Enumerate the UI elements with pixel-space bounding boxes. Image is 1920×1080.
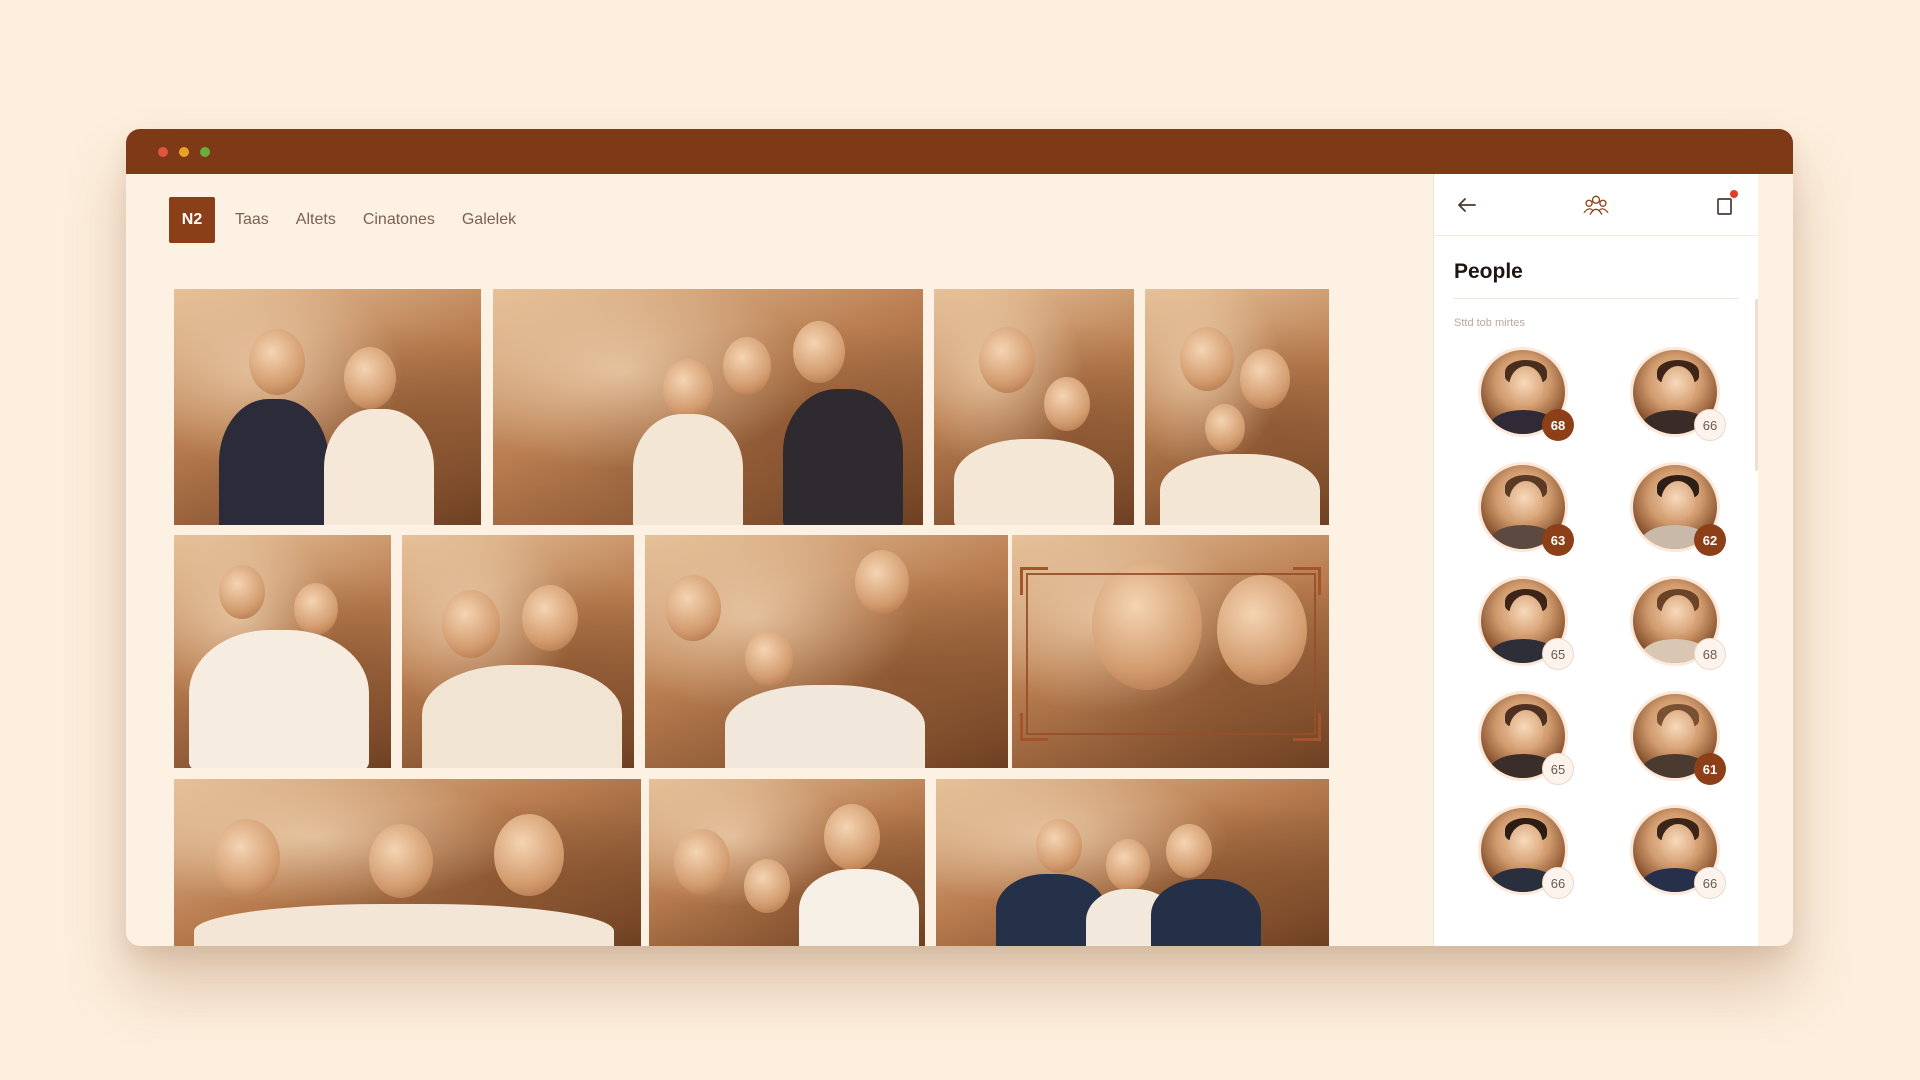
person-avatar[interactable]: 68 [1630, 576, 1726, 670]
people-panel: People Sttd tob mirtes 68 66 63 62 65 68 65 61 6… [1433, 174, 1758, 946]
photo-count-badge: 66 [1542, 867, 1574, 899]
photo-count-badge: 65 [1542, 638, 1574, 670]
photo-count-badge: 65 [1542, 753, 1574, 785]
face-detection-frame[interactable] [1026, 573, 1316, 735]
photo-tile[interactable] [174, 289, 481, 525]
person-avatar[interactable]: 61 [1630, 691, 1726, 785]
arrow-left-icon[interactable] [1454, 192, 1480, 218]
photo-count-badge: 68 [1542, 409, 1574, 441]
panel-title: People [1454, 260, 1523, 283]
photo-count-badge: 66 [1694, 867, 1726, 899]
photo-tile[interactable] [645, 535, 1008, 768]
panel-subtitle: Sttd tob mirtes [1454, 317, 1525, 329]
panel-header [1434, 174, 1758, 236]
person-avatar[interactable]: 65 [1478, 576, 1574, 670]
photo-count-badge: 68 [1694, 638, 1726, 670]
person-avatar[interactable]: 66 [1630, 347, 1726, 441]
app-window: N2 Taas Altets Cinatones Galelek People … [126, 129, 1793, 946]
photo-tile[interactable] [936, 779, 1329, 946]
photo-count-badge: 66 [1694, 409, 1726, 441]
photo-count-badge: 62 [1694, 524, 1726, 556]
photo-count-badge: 61 [1694, 753, 1726, 785]
person-avatar[interactable]: 68 [1478, 347, 1574, 441]
people-group-icon[interactable] [1583, 192, 1609, 218]
notification-dot [1730, 189, 1738, 198]
photo-count-badge: 63 [1542, 524, 1574, 556]
photo-tile[interactable] [1012, 535, 1329, 768]
photo-tile[interactable] [493, 289, 923, 525]
person-avatar[interactable]: 66 [1478, 805, 1574, 899]
person-avatar[interactable]: 63 [1478, 462, 1574, 556]
phone-notification-icon[interactable] [1712, 189, 1738, 218]
panel-scrollbar[interactable] [1755, 299, 1758, 471]
photo-tile[interactable] [402, 535, 634, 768]
photo-tile[interactable] [934, 289, 1134, 525]
photo-tile[interactable] [649, 779, 925, 946]
photo-tile[interactable] [174, 779, 641, 946]
photo-tile[interactable] [1145, 289, 1329, 525]
photo-tile[interactable] [174, 535, 391, 768]
person-avatar[interactable]: 66 [1630, 805, 1726, 899]
divider [1454, 298, 1738, 299]
person-avatar[interactable]: 62 [1630, 462, 1726, 556]
photo-grid [126, 129, 1546, 946]
person-avatar[interactable]: 65 [1478, 691, 1574, 785]
